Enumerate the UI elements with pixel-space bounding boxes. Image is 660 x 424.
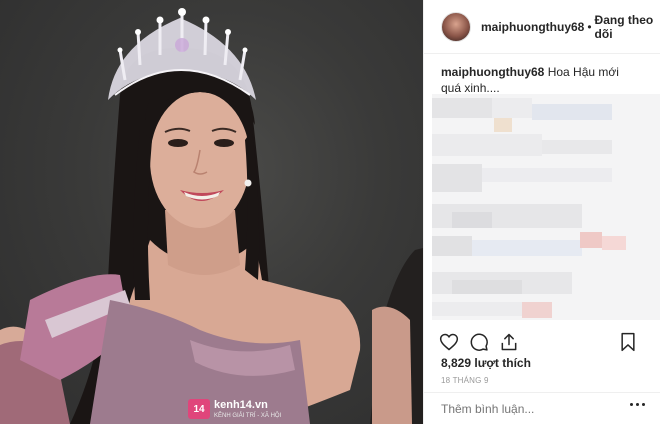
share-icon: [501, 333, 517, 351]
like-count[interactable]: 8,829 lượt thích: [441, 356, 531, 370]
more-dot: [642, 403, 645, 406]
bookmark-icon: [621, 332, 635, 352]
post-header: maiphuongthuy68 • Đang theo dõi: [424, 0, 660, 54]
save-button[interactable]: [617, 331, 639, 353]
watermark-site: kenh14.vn: [214, 398, 268, 411]
more-dot: [630, 403, 633, 406]
more-icon[interactable]: [630, 403, 645, 406]
more-dot: [636, 403, 639, 406]
following-button[interactable]: Đang theo dõi: [595, 13, 660, 41]
add-comment-input[interactable]: [441, 401, 611, 416]
comment-button[interactable]: [468, 331, 490, 353]
post-caption: maiphuongthuy68 Hoa Hậu mới quá xinh....: [441, 64, 641, 96]
add-comment-row: [424, 392, 660, 424]
photo-illustration: [0, 8, 423, 424]
comments-area: maiphuongthuy68 Hoa Hậu mới quá xinh....: [424, 54, 660, 326]
separator-dot: •: [587, 19, 592, 34]
blurred-comments: [432, 94, 660, 320]
post-date: 18 THÁNG 9: [441, 376, 489, 385]
avatar[interactable]: [441, 11, 471, 42]
username-link[interactable]: maiphuongthuy68: [481, 20, 584, 34]
like-button[interactable]: [438, 331, 460, 353]
post-actions: [424, 326, 660, 358]
share-button[interactable]: [498, 331, 520, 353]
caption-username[interactable]: maiphuongthuy68: [441, 65, 544, 79]
kenh14-logo: 14: [188, 399, 210, 419]
post-sidebar: maiphuongthuy68 • Đang theo dõi maiphuon…: [423, 0, 660, 424]
watermark-tagline: KÊNH GIẢI TRÍ - XÃ HỘI: [214, 412, 282, 419]
comment-icon: [470, 333, 488, 351]
post-photo[interactable]: 14 kenh14.vn KÊNH GIẢI TRÍ - XÃ HỘI: [0, 0, 423, 424]
heart-icon: [439, 333, 459, 351]
kenh14-watermark: 14 kenh14.vn KÊNH GIẢI TRÍ - XÃ HỘI: [188, 398, 281, 420]
